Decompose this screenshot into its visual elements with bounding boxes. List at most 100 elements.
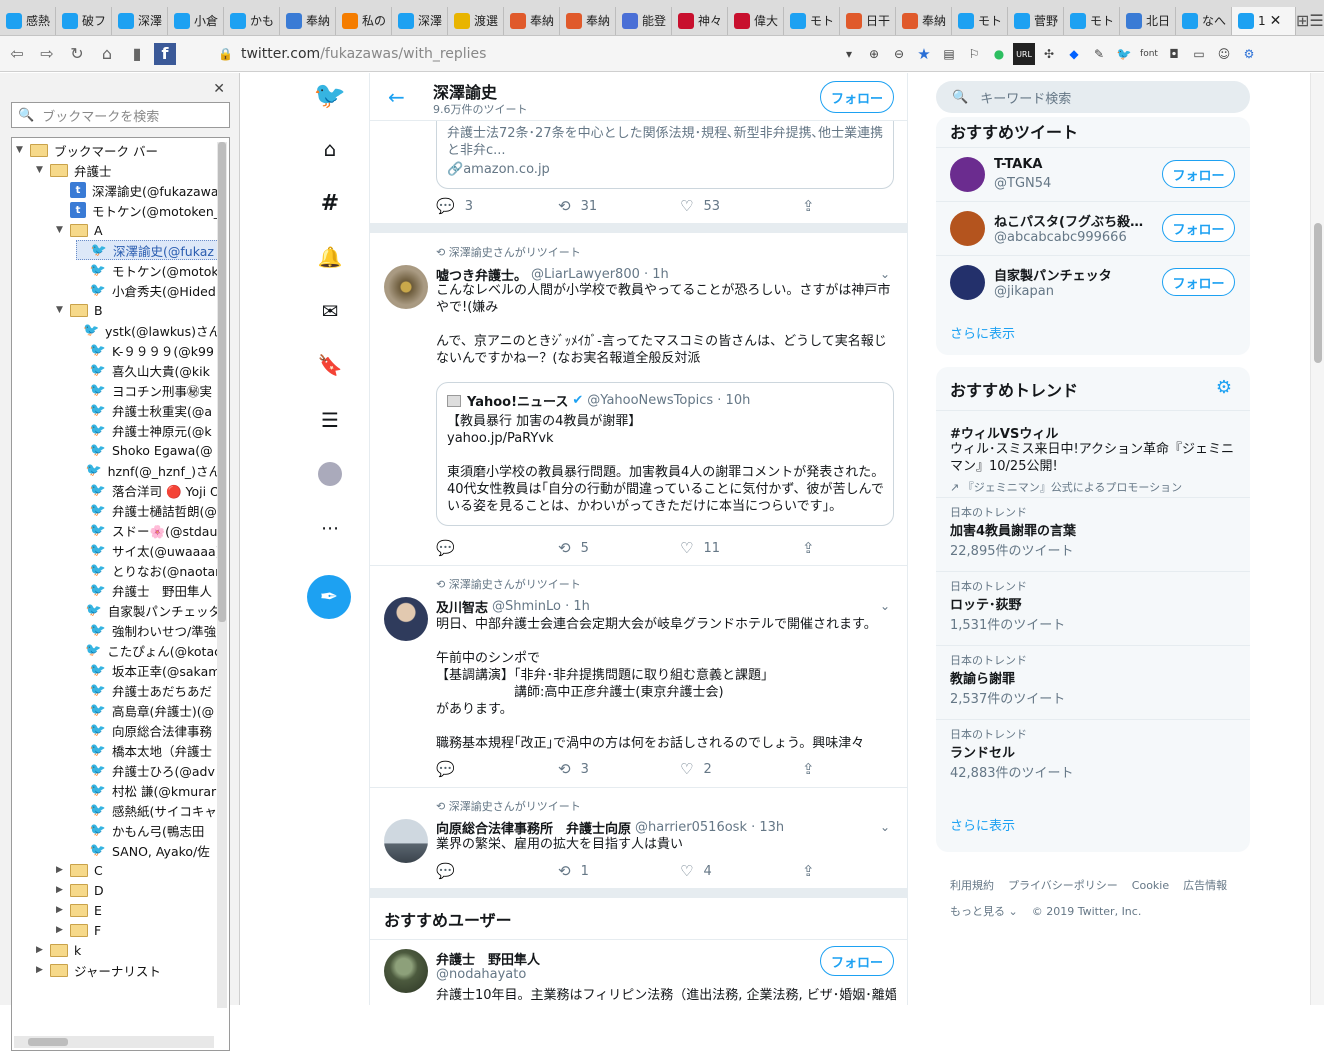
tree-vertical-scrollbar[interactable] <box>217 142 227 1008</box>
author-name[interactable]: 及川智志 <box>436 597 488 616</box>
library-icon[interactable]: ▤ <box>938 43 960 65</box>
bookmark-folder[interactable]: ▶D <box>56 880 221 900</box>
close-tab-icon[interactable]: ✕ <box>1270 13 1282 29</box>
gear-icon[interactable]: ⚙ <box>1216 377 1232 398</box>
browser-tab[interactable]: 能登 <box>616 7 672 35</box>
back-arrow-icon[interactable]: ← <box>388 85 405 109</box>
bookmark-item[interactable]: 🐦弁護士神原元(@k <box>76 420 221 440</box>
forward-icon[interactable]: ⇨ <box>34 41 60 67</box>
browser-tab[interactable]: かも <box>224 7 280 35</box>
share-button[interactable]: ⇪ <box>802 862 908 880</box>
expand-arrow-icon[interactable]: ▼ <box>56 225 70 235</box>
bookmark-folder[interactable]: ▼A <box>56 220 221 240</box>
bookmark-item[interactable]: 🐦感熱紙(サイコキャ <box>76 800 221 820</box>
show-more-link[interactable]: さらに表示 <box>950 323 1015 342</box>
collapse-arrow-icon[interactable]: ▶ <box>56 925 70 935</box>
retweet-button[interactable]: ⟲31 <box>558 197 680 215</box>
browser-tab[interactable]: 神々 <box>672 7 728 35</box>
browser-tab[interactable]: なへ <box>1176 7 1232 35</box>
trend-item[interactable]: 日本のトレンドランドセル42,883件のツイート <box>936 719 1250 793</box>
gamepad-icon[interactable]: ✣ <box>1038 43 1060 65</box>
browser-tab[interactable]: 偉大 <box>728 7 784 35</box>
url-shortener-icon[interactable]: URL <box>1013 43 1035 65</box>
footer-link[interactable]: プライバシーポリシー <box>1008 879 1118 892</box>
sidebar-icon[interactable]: ▭ <box>1188 43 1210 65</box>
scrollbar-thumb[interactable] <box>1314 223 1322 363</box>
compose-tweet-button[interactable]: ✒ <box>307 575 351 619</box>
chevron-down-icon[interactable]: ⌄ <box>880 267 890 281</box>
reload-icon[interactable]: ↻ <box>64 41 90 67</box>
browser-tab[interactable]: 奉納 <box>280 7 336 35</box>
bookmark-folder[interactable]: ▼弁護士 <box>36 160 221 180</box>
browser-tab[interactable]: 奉納 <box>560 7 616 35</box>
bookmark-item[interactable]: 🐦自家製パンチェッタ <box>76 600 221 620</box>
bookmark-icon[interactable]: 🔖 <box>300 345 360 385</box>
bookmark-item[interactable]: 🐦サイ太(@uwaaaa) <box>76 540 221 560</box>
bookmark-item[interactable]: 🐦弁護士樋詰哲朗(@ <box>76 500 221 520</box>
address-bar[interactable]: 🔒 twitter.com/fukazawas/with_replies <box>206 40 852 68</box>
footer-link[interactable]: 広告情報 <box>1183 879 1227 892</box>
edit-icon[interactable]: ✎ <box>1088 43 1110 65</box>
avatar[interactable] <box>384 949 428 993</box>
bookmark-folder[interactable]: ▶k <box>36 940 221 960</box>
bookmark-item[interactable]: 🐦ヨコチン刑事㊙実 <box>76 380 221 400</box>
bookmark-item[interactable]: 🐦村松 謙(@kmurar <box>76 780 221 800</box>
show-more-link[interactable]: さらに表示 <box>950 815 1015 834</box>
bookmark-item[interactable]: 🐦K-９９９９(@k99 <box>76 340 221 360</box>
bookmark-item[interactable]: 🐦かもん弓(鴨志田 <box>76 820 221 840</box>
bookmark-item[interactable]: 🐦とりなお(@naotar <box>76 560 221 580</box>
browser-tab[interactable]: 日干 <box>840 7 896 35</box>
scrollbar-thumb[interactable] <box>28 1038 68 1046</box>
follow-button[interactable]: フォロー <box>1162 214 1235 242</box>
bookmark-item[interactable]: 🐦橋本太地（弁護士 <box>76 740 221 760</box>
avatar[interactable] <box>950 211 985 246</box>
bookmark-folder[interactable]: ▶ジャーナリスト <box>36 960 221 980</box>
bookmark-folder[interactable]: ▼B <box>56 300 221 320</box>
expand-arrow-icon[interactable]: ▼ <box>16 145 30 155</box>
notifications-bell-icon[interactable]: 🔔 <box>300 237 360 277</box>
follow-button[interactable]: フォロー <box>1162 268 1235 296</box>
twitter-icon[interactable]: 🐦 <box>1113 43 1135 65</box>
browser-tab[interactable]: 奉納 <box>896 7 952 35</box>
bookmark-item[interactable]: 🐦モトケン(@motok <box>76 260 221 280</box>
bookmark-item[interactable]: 🐦弁護士ひろ(@adv <box>76 760 221 780</box>
avatar[interactable] <box>384 819 428 863</box>
dropbox-icon[interactable]: ◆ <box>1063 43 1085 65</box>
footer-link[interactable]: 利用規約 <box>950 879 994 892</box>
author-name[interactable]: 弁護士 野田隼人 <box>436 949 540 968</box>
retweet-button[interactable]: ⟲1 <box>558 862 680 880</box>
trend-item[interactable]: 日本のトレンドロッテ･荻野1,531件のツイート <box>936 571 1250 645</box>
browser-tab[interactable]: 私の <box>336 7 392 35</box>
share-button[interactable]: ⇪ <box>802 197 908 215</box>
pocket-icon[interactable]: ◘ <box>1163 43 1185 65</box>
profile-icon[interactable]: ☺ <box>1213 43 1235 65</box>
bookmark-item[interactable]: 🐦スドー🌸(@stdau <box>76 520 221 540</box>
zoom-in-icon[interactable]: ⊕ <box>863 43 885 65</box>
explore-hashtag-icon[interactable]: # <box>300 183 360 223</box>
browser-tab[interactable]: 破フ <box>56 7 112 35</box>
expand-arrow-icon[interactable]: ▼ <box>56 305 70 315</box>
avatar[interactable] <box>384 597 428 641</box>
trend-item[interactable]: 日本のトレンド加害4教員謝罪の言葉22,895件のツイート <box>936 497 1250 571</box>
bookmark-item[interactable]: 🐦喜久山大貴(@kik <box>76 360 221 380</box>
reply-button[interactable]: 💬 <box>436 862 558 880</box>
bookmark-folder[interactable]: ▶C <box>56 860 221 880</box>
back-icon[interactable]: ⇦ <box>4 41 30 67</box>
bookmark-folder[interactable]: ▼ブックマーク バー <box>16 140 221 160</box>
bookmark-item[interactable]: 🐦弁護士 野田隼人 <box>76 580 221 600</box>
messages-mail-icon[interactable]: ✉ <box>300 291 360 331</box>
dropdown-icon[interactable]: ▾ <box>838 43 860 65</box>
recommended-user[interactable]: 自家製パンチェッタ@jikapanフォロー <box>936 255 1250 309</box>
font-icon[interactable]: font <box>1138 43 1160 65</box>
chevron-down-icon[interactable]: ⌄ <box>880 599 890 613</box>
more-icon[interactable]: ⋯ <box>300 508 360 548</box>
bookmark-item[interactable]: 🐦hznf(@_hznf_)さん <box>76 460 221 480</box>
like-button[interactable]: ♡11 <box>680 539 802 557</box>
quoted-tweet[interactable]: Yahoo!ニュース✔@YahooNewsTopics · 10h 【教員暴行 … <box>436 382 894 526</box>
browser-tab[interactable]: モト <box>952 7 1008 35</box>
browser-tab[interactable]: 深澤 <box>112 7 168 35</box>
follow-button[interactable]: フォロー <box>820 81 894 113</box>
bookmark-item[interactable]: 🐦こたぴょん(@kotac <box>76 640 221 660</box>
bookmark-icon[interactable]: ⚐ <box>963 43 985 65</box>
author-name[interactable]: 向原総合法律事務所 弁護士向原 <box>436 818 631 837</box>
